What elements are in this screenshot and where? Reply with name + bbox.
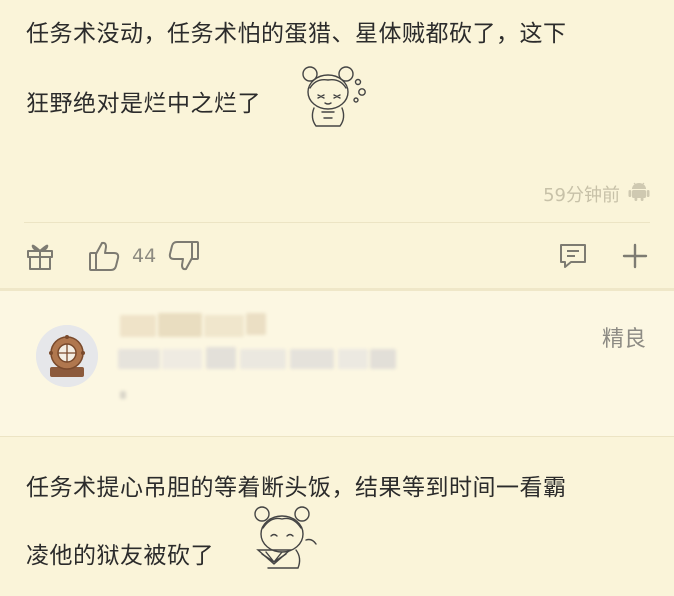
comment-meta: 59分钟前 bbox=[543, 180, 650, 207]
comment-line-2: 狂野绝对是烂中之烂了 bbox=[26, 91, 261, 117]
anime-girl-fan-sticker-icon bbox=[238, 500, 328, 584]
card-divider bbox=[0, 436, 674, 437]
comment2-line-1: 任务术提心吊胆的等着断头饭，结果等到时间一看霸 bbox=[26, 475, 567, 501]
gift-icon[interactable] bbox=[26, 241, 54, 271]
reply-user-card[interactable]: 精良 bbox=[0, 291, 674, 436]
comment-line-1: 任务术没动，任务术怕的蛋猎、星体贼都砍了，这下 bbox=[26, 21, 567, 47]
plus-icon[interactable] bbox=[622, 243, 648, 269]
chat-bubble-icon[interactable] bbox=[558, 241, 588, 271]
thumbs-down-icon[interactable] bbox=[166, 240, 200, 272]
quality-badge: 精良 bbox=[601, 327, 646, 352]
anime-girl-sweat-sticker-icon bbox=[288, 62, 378, 134]
action-right bbox=[558, 236, 648, 276]
comment-action-bar: 44 bbox=[0, 236, 674, 280]
thumbs-up-icon[interactable] bbox=[88, 240, 122, 272]
comment2-line-2: 凌他的狱友被砍了 bbox=[26, 543, 214, 569]
like-count: 44 bbox=[132, 245, 157, 267]
timestamp: 59分钟前 bbox=[543, 184, 620, 206]
android-icon bbox=[628, 180, 650, 207]
diving-helmet-avatar-icon[interactable] bbox=[36, 325, 98, 387]
comment-divider bbox=[24, 222, 650, 223]
action-left: 44 bbox=[26, 236, 200, 276]
comment-body-2: 任务术提心吊胆的等着断头饭，结果等到时间一看霸 凌他的狱友被砍了 bbox=[26, 474, 650, 584]
